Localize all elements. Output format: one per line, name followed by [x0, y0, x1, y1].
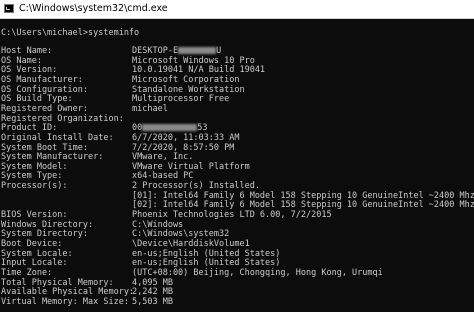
row-label: System Model:	[1, 161, 68, 172]
row-label: Available Physical Memory:	[1, 287, 135, 298]
row-value: Microsoft Windows 10 Pro	[132, 55, 255, 66]
systeminfo-row: Original Install Date: 6/7/2020, 11:03:33…	[1, 132, 239, 143]
systeminfo-row: System Manufacturer: VMware, Inc.	[1, 152, 193, 163]
row-value: Standalone Workstation	[132, 84, 245, 95]
systeminfo-row: System Model: VMware Virtual Platform	[1, 161, 250, 172]
row-value: en-us;English (United States)	[132, 258, 281, 269]
row-label: System Boot Time:	[1, 142, 88, 153]
window-title: C:\Windows\system32\cmd.exe	[19, 3, 168, 14]
row-value: [01]: Intel64 Family 6 Model 158 Steppin…	[132, 190, 474, 201]
row-value: \Device\HarddiskVolume1	[132, 239, 250, 249]
redacted-block	[178, 47, 217, 54]
row-label: Boot Device:	[1, 239, 63, 249]
systeminfo-row: OS Configuration: Standalone Workstation	[1, 84, 245, 95]
row-label: OS Version:	[1, 65, 58, 76]
row-value: Phoenix Technologies LTD 6.00, 7/2/2015	[132, 210, 332, 221]
row-value: VMware, Inc.	[132, 152, 194, 163]
systeminfo-row: Registered Organization:	[1, 114, 124, 124]
systeminfo-row: Input Locale: en-us;English (United State…	[1, 258, 280, 269]
row-value: x64-based PC	[132, 171, 194, 182]
title-bar[interactable]: C:\Windows\system32\cmd.exe	[0, 0, 474, 19]
row-value: 5,503 MB	[132, 296, 173, 307]
systeminfo-row: OS Name: Microsoft Windows 10 Pro	[1, 55, 255, 66]
systeminfo-row: System Boot Time: 7/2/2020, 8:57:50 PM	[1, 142, 234, 153]
row-label: OS Name:	[1, 55, 42, 66]
systeminfo-row: Total Physical Memory: 4,095 MB	[1, 277, 173, 288]
row-label: System Manufacturer:	[1, 152, 104, 163]
systeminfo-row: OS Build Type: Multiprocessor Free	[1, 94, 229, 105]
row-value: michael	[132, 103, 168, 114]
row-value: 6/7/2020, 11:03:33 AM	[132, 132, 240, 143]
row-value: (UTC+08:00) Beijing, Chongqing, Hong Kon…	[132, 267, 383, 278]
systeminfo-row: Product ID: 00 53	[1, 123, 208, 134]
row-value: DESKTOP-E U	[132, 46, 221, 56]
systeminfo-row: System Directory: C:\Windows\system32	[1, 229, 229, 240]
row-value: 7/2/2020, 8:57:50 PM	[132, 142, 235, 153]
systeminfo-row: Virtual Memory: Max Size: 5,503 MB	[1, 296, 173, 307]
systeminfo-row: Registered Owner: michael	[1, 103, 168, 114]
row-value: 2 Processor(s) Installed.	[132, 181, 260, 192]
row-value-suffix: U	[216, 46, 222, 56]
row-value: 2,242 MB	[132, 287, 173, 298]
row-label: Host Name:	[1, 46, 53, 56]
systeminfo-row: System Type: x64-based PC	[1, 171, 193, 182]
row-label: Virtual Memory: Max Size:	[1, 296, 129, 307]
row-value: Microsoft Corporation	[132, 74, 240, 85]
row-label: Product ID:	[1, 123, 58, 134]
row-value: 4,095 MB	[132, 277, 173, 288]
row-label: Original Install Date:	[1, 132, 114, 143]
row-value: Multiprocessor Free	[132, 94, 230, 105]
systeminfo-row: Time Zone: (UTC+08:00) Beijing, Chongqing…	[1, 267, 383, 278]
systeminfo-row: System Locale: en-us;English (United Stat…	[1, 248, 280, 259]
systeminfo-row: Processor(s): 2 Processor(s) Installed.	[1, 181, 260, 192]
row-label: System Type:	[1, 171, 63, 182]
systeminfo-row: OS Version: 10.0.19041 N/A Build 19041	[1, 65, 265, 76]
row-label: Input Locale:	[1, 258, 68, 269]
row-label: BIOS Version:	[1, 210, 68, 221]
systeminfo-row: BIOS Version: Phoenix Technologies LTD 6.…	[1, 210, 332, 221]
row-value-prefix: DESKTOP-E	[132, 46, 179, 56]
row-value: 00 53	[132, 123, 208, 133]
row-label: Total Physical Memory:	[1, 277, 114, 288]
row-label: Registered Owner:	[1, 103, 88, 114]
row-value: C:\Windows\system32	[132, 229, 230, 240]
row-label: System Locale:	[1, 248, 73, 259]
cmd-app-icon	[4, 4, 14, 13]
row-label: OS Build Type:	[1, 94, 73, 105]
systeminfo-row: OS Manufacturer: Microsoft Corporation	[1, 74, 239, 85]
command-prompt: C:\Users\michael>systeminfo	[1, 28, 140, 38]
row-label: Registered Organization:	[1, 113, 124, 124]
redacted-block	[142, 124, 198, 132]
row-label: OS Configuration:	[1, 84, 88, 95]
row-value-suffix: 53	[197, 123, 208, 134]
systeminfo-row: Windows Directory: C:\Windows	[1, 219, 183, 230]
row-value-prefix: 00	[132, 123, 143, 134]
systeminfo-row: Available Physical Memory: 2,242 MB	[1, 287, 173, 298]
systeminfo-row: Boot Device: \Device\HarddiskVolume1	[1, 239, 250, 249]
row-label: Time Zone:	[1, 267, 53, 278]
console-output[interactable]: C:\Users\michael>systeminfo Host Name: DE…	[0, 19, 474, 312]
row-label: Windows Directory:	[1, 219, 94, 230]
row-value: [02]: Intel64 Family 6 Model 158 Steppin…	[132, 200, 474, 211]
row-label: System Directory:	[1, 229, 88, 240]
systeminfo-row: Host Name: DESKTOP-E U	[1, 46, 221, 56]
row-value: C:\Windows	[132, 219, 184, 230]
row-label: Processor(s):	[1, 181, 68, 192]
row-value: en-us;English (United States)	[132, 248, 281, 259]
row-value: 10.0.19041 N/A Build 19041	[132, 65, 266, 76]
row-label: OS Manufacturer:	[1, 74, 83, 85]
row-value: VMware Virtual Platform	[132, 161, 250, 172]
